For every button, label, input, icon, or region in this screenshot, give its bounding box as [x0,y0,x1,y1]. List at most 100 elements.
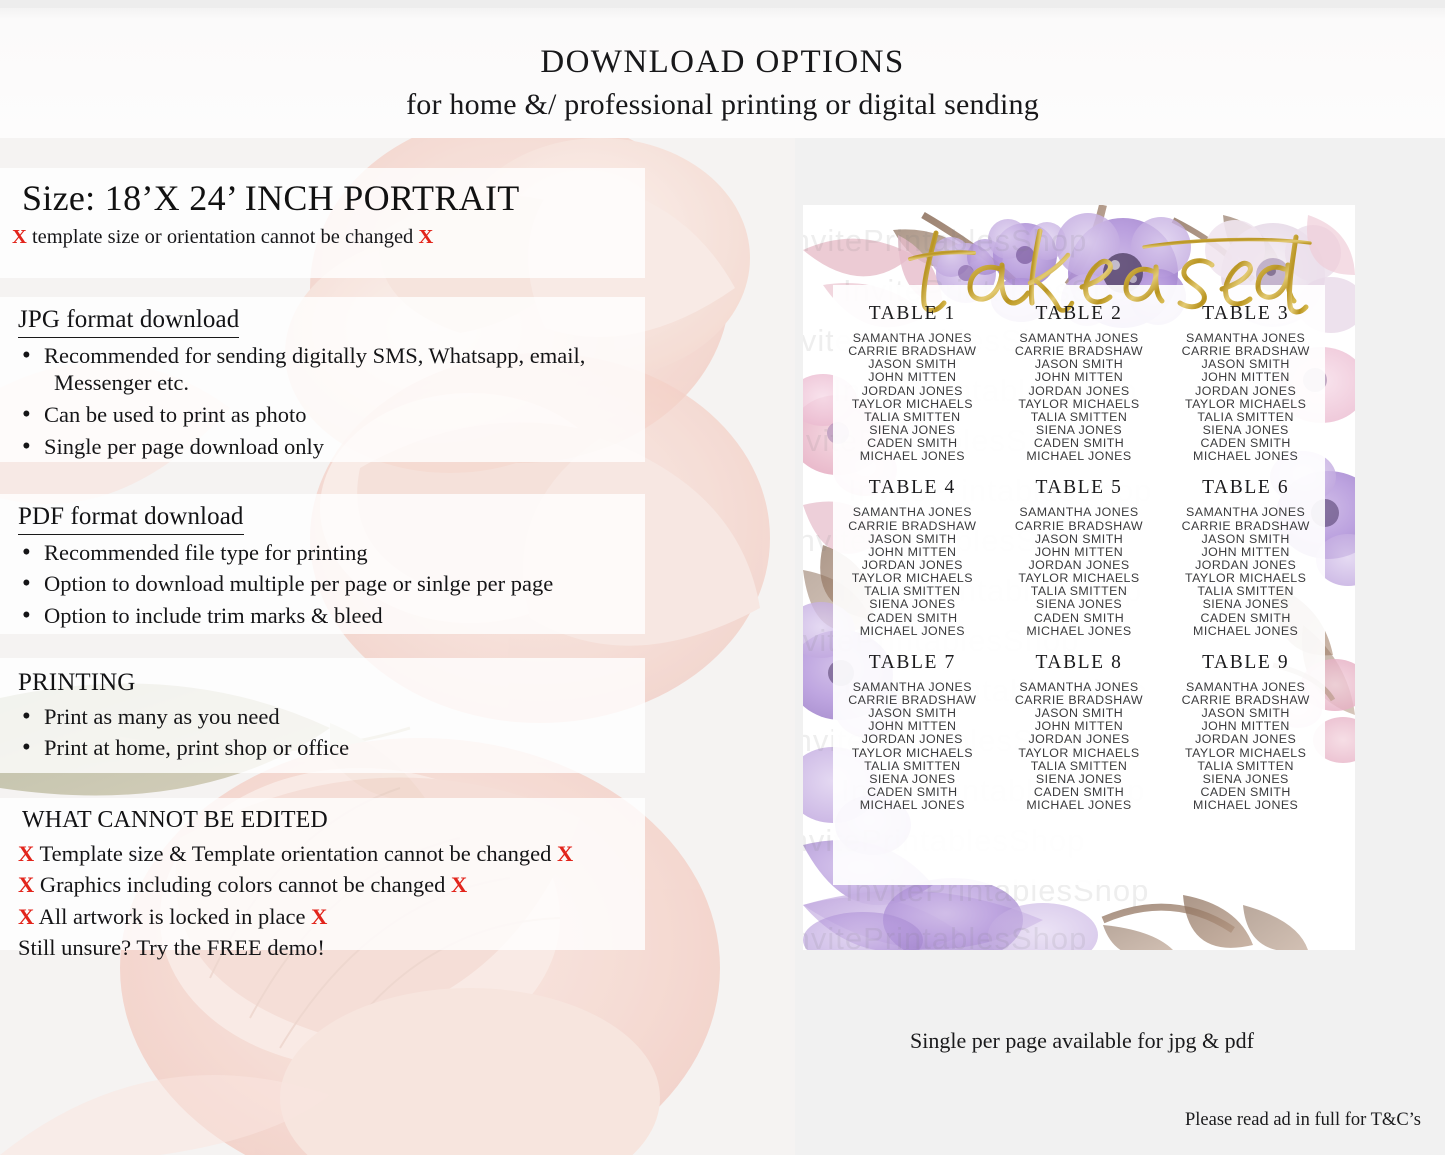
list-item: Single per page download only [18,430,631,463]
table-heading: TABLE 4 [868,477,956,499]
guest-name: TALIA SMITTEN [864,758,961,773]
table-heading: TABLE 6 [1202,477,1290,499]
guest-name: SIENA JONES [869,771,956,786]
cannot-edit-line-text: Template size & Template orientation can… [39,841,552,867]
guest-name: JOHN MITTEN [1201,544,1290,559]
table-block: TABLE 2 SAMANTHA JONES CARRIE BRADSHAW J… [996,303,1163,463]
guest-name: MICHAEL JONES [1026,623,1132,638]
table-heading: TABLE 5 [1035,477,1123,499]
cannot-edit-line-text: All artwork is locked in place [38,903,306,929]
cannot-edit-line: X Graphics including colors cannot be ch… [18,870,631,900]
x-mark-left-icon: X [12,226,27,249]
list-item: Print at home, print shop or office [18,731,631,764]
guest-name: SIENA JONES [869,597,956,612]
guest-name: MICHAEL JONES [1026,449,1132,464]
guest-name: JOHN MITTEN [868,544,957,559]
list-item: Can be used to print as photo [18,398,631,431]
guest-name: SAMANTHA JONES [1019,505,1139,520]
guest-name: TAYLOR MICHAELS [1018,396,1140,411]
poster-canvas: DOWNLOAD OPTIONS for home &/ professiona… [0,0,1445,1155]
guest-name: SIENA JONES [1035,771,1123,786]
guest-name: MICHAEL JONES [1193,798,1299,813]
table-heading: TABLE 9 [1202,651,1290,673]
guest-name: MICHAEL JONES [859,449,965,464]
guest-name: TAYLOR MICHAELS [1185,745,1307,760]
table-block: TABLE 1 SAMANTHA JONES CARRIE BRADSHAW J… [829,303,996,463]
jpg-title: JPG format download [18,305,240,338]
size-warning: X template size or orientation cannot be… [12,225,631,251]
guest-name: SIENA JONES [1202,771,1289,786]
guest-name: JORDAN JONES [1195,383,1297,398]
guest-name: TALIA SMITTEN [864,409,961,424]
guest-name: MICHAEL JONES [859,798,965,813]
terms-note: Please read ad in full for T&C’s [1185,1110,1421,1130]
guest-name: MICHAEL JONES [859,623,965,638]
guest-name: JASON SMITH [1034,531,1124,546]
x-mark-left-icon: X [18,841,35,867]
guest-name: SIENA JONES [1202,597,1289,612]
table-block: TABLE 9 SAMANTHA JONES CARRIE BRADSHAW J… [1162,652,1329,812]
table-block: TABLE 4 SAMANTHA JONES CARRIE BRADSHAW J… [829,477,996,637]
pdf-bullet-list: Recommended file type for printing Optio… [18,536,631,633]
page-subtitle: for home &/ professional printing or dig… [406,88,1039,121]
cannot-edit-line-text: Graphics including colors cannot be chan… [39,872,446,898]
page-title: DOWNLOAD OPTIONS [540,44,905,80]
cannot-edit-panel: WHAT CANNOT BE EDITED X Template size & … [0,798,645,960]
guest-name: JORDAN JONES [861,732,963,747]
guest-name: SAMANTHA JONES [1186,505,1306,520]
cannot-edit-line: X All artwork is locked in place X [18,902,631,932]
guest-name: JOHN MITTEN [1034,544,1124,559]
guest-name: TAYLOR MICHAELS [851,396,973,411]
list-item: Recommended for sending digitally SMS, W… [18,339,631,372]
printing-panel: PRINTING Print as many as you need Print… [0,658,645,773]
guest-name: MICHAEL JONES [1193,449,1299,464]
size-panel: Size: 18’X 24’ INCH PORTRAIT X template … [0,168,645,278]
table-heading: TABLE 7 [868,651,956,673]
list-item: Messenger etc. [54,370,189,396]
guest-name: TALIA SMITTEN [1197,409,1294,424]
x-mark-left-icon: X [18,872,35,898]
cannot-edit-title: WHAT CANNOT BE EDITED [22,807,328,833]
guest-name: CADEN SMITH [1033,610,1125,625]
table-block: TABLE 5 SAMANTHA JONES CARRIE BRADSHAW J… [996,477,1163,637]
guest-name: SAMANTHA JONES [852,679,972,694]
x-mark-right-icon: X [311,903,328,929]
guest-name: CADEN SMITH [867,610,958,625]
guest-name: TALIA SMITTEN [1030,409,1128,424]
guest-name: TAYLOR MICHAELS [1018,745,1140,760]
table-block: TABLE 6 SAMANTHA JONES CARRIE BRADSHAW J… [1162,477,1329,637]
cannot-edit-line: X Template size & Template orientation c… [18,839,631,869]
table-heading: TABLE 3 [1202,303,1290,324]
top-strip [0,0,1445,8]
guest-name: SAMANTHA JONES [1019,679,1139,694]
size-title: Size: 18’X 24’ INCH PORTRAIT [22,178,520,218]
guest-name: TAYLOR MICHAELS [1185,396,1307,411]
free-demo-line: Still unsure? Try the FREE demo! [18,934,325,960]
guest-name: JOHN MITTEN [1201,370,1290,385]
x-mark-left-icon: X [18,903,35,929]
guest-name: SIENA JONES [1035,597,1123,612]
printing-bullet-list: Print as many as you need Print at home,… [18,700,631,765]
guest-name: MICHAEL JONES [1193,623,1299,638]
guest-name: MICHAEL JONES [1026,798,1132,813]
background-floral-photo [0,138,795,1155]
x-mark-right-icon: X [418,226,434,249]
jpg-bullet-list: Recommended for sending digitally SMS, W… [18,339,631,464]
tables-grid: TABLE 1 SAMANTHA JONES CARRIE BRADSHAW J… [829,303,1329,812]
seating-chart-preview[interactable]: InvitePrintablesShop InvitePrintablesSho… [803,205,1355,950]
guest-name: JOHN MITTEN [1034,370,1124,385]
guest-name: SAMANTHA JONES [1186,679,1306,694]
table-heading: TABLE 2 [1035,303,1123,324]
guest-name: JORDAN JONES [1028,383,1130,398]
header-band: DOWNLOAD OPTIONS for home &/ professiona… [0,0,1445,138]
list-item: Option to download multiple per page or … [18,567,631,600]
guest-name: TALIA SMITTEN [1197,758,1294,773]
guest-name: TAYLOR MICHAELS [851,745,973,760]
guest-name: JOHN MITTEN [868,370,957,385]
single-per-page-note: Single per page available for jpg & pdf [910,1028,1254,1053]
printing-title: PRINTING [18,669,136,696]
size-warning-text: template size or orientation cannot be c… [31,226,414,249]
guest-name: JORDAN JONES [1195,732,1297,747]
x-mark-right-icon: X [451,872,468,898]
jpg-panel: JPG format download Recommended for send… [0,297,645,464]
